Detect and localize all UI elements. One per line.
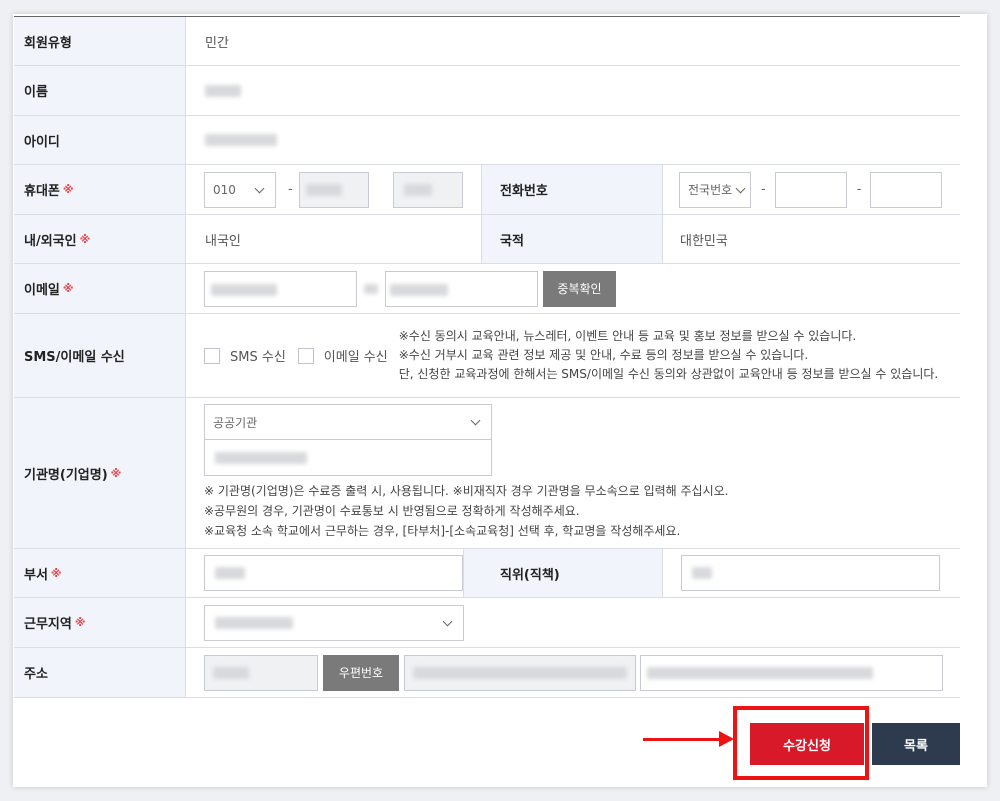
chevron-down-icon <box>470 415 481 426</box>
country-value: 대한민국 <box>680 233 728 249</box>
member-type-value: 민간 <box>205 35 229 51</box>
nationality-type-label: 내/외국인 ※ <box>14 215 186 263</box>
work-region-label: 근무지역 ※ <box>14 598 186 647</box>
name-label: 이름 <box>14 66 186 115</box>
registration-form-panel: 회원유형 민간 이름 아이디 휴대폰 ※ 010 - 전화번호 전국번호 - -… <box>13 14 987 787</box>
department-row: 부서 ※ 직위(직책) <box>14 549 960 598</box>
mobile-prefix-select[interactable]: 010 <box>204 171 276 208</box>
member-info-table: 회원유형 민간 이름 아이디 휴대폰 ※ 010 - 전화번호 전국번호 - -… <box>14 17 960 698</box>
list-button[interactable]: 목록 <box>872 723 960 765</box>
apply-button-highlight <box>733 706 869 780</box>
email-row: 이메일 ※ 중복확인 <box>14 264 960 314</box>
chevron-down-icon <box>254 183 265 193</box>
organization-type-select[interactable]: 공공기관 <box>204 404 492 440</box>
mobile-last-input[interactable] <box>392 171 463 208</box>
duplicate-check-button[interactable]: 중복확인 <box>543 270 616 307</box>
name-row: 이름 <box>14 66 960 116</box>
consent-notes: ※수신 동의시 교육안내, 뉴스레터, 이벤트 안내 등 교육 및 홍보 정보를… <box>398 329 939 381</box>
mobile-label: 휴대폰 ※ <box>14 165 186 214</box>
email-domain-input[interactable] <box>385 270 538 307</box>
email-id-input[interactable] <box>204 270 357 307</box>
position-input[interactable] <box>681 555 940 591</box>
country-label: 국적 <box>481 215 663 263</box>
phone-last-input[interactable] <box>870 171 943 208</box>
sms-consent-label[interactable]: SMS 수신 <box>230 346 286 365</box>
address-detail-input[interactable] <box>640 654 943 691</box>
red-arrow-shaft <box>643 738 723 741</box>
department-label: 부서 ※ <box>14 549 186 597</box>
member-type-row: 회원유형 민간 <box>14 17 960 66</box>
address-main-input[interactable] <box>404 654 636 691</box>
email-label: 이메일 ※ <box>14 264 186 313</box>
email-at-redacted <box>364 283 378 294</box>
required-mark: ※ <box>62 183 74 196</box>
phone-middle-input[interactable] <box>774 171 847 208</box>
organization-notes: ※ 기관명(기업명)은 수료증 출력 시, 사용됩니다. ※비재직자 경우 기관… <box>204 484 729 538</box>
position-label: 직위(직책) <box>463 549 663 597</box>
zipcode-search-button[interactable]: 우편번호 <box>323 654 399 691</box>
phone-row: 휴대폰 ※ 010 - 전화번호 전국번호 - - <box>14 165 960 215</box>
nationality-row: 내/외국인 ※ 내국인 국적 대한민국 <box>14 215 960 264</box>
user-id-row: 아이디 <box>14 116 960 165</box>
sms-email-label: SMS/이메일 수신 <box>14 314 186 397</box>
member-type-label: 회원유형 <box>14 17 186 65</box>
address-row: 주소 우편번호 <box>14 648 960 698</box>
red-arrow-head <box>719 731 734 747</box>
mobile-middle-input[interactable] <box>298 171 369 208</box>
name-value-redacted <box>205 85 241 97</box>
user-id-label: 아이디 <box>14 116 186 164</box>
email-consent-label[interactable]: 이메일 수신 <box>324 346 388 365</box>
organization-name-input[interactable] <box>204 440 492 476</box>
address-label: 주소 <box>14 648 186 697</box>
email-consent-checkbox[interactable] <box>297 347 314 364</box>
chevron-down-icon <box>442 616 453 626</box>
department-input[interactable] <box>204 555 463 591</box>
area-code-select[interactable]: 전국번호 <box>679 171 751 208</box>
work-region-select[interactable] <box>204 604 464 641</box>
sms-consent-checkbox[interactable] <box>204 347 220 364</box>
organization-label: 기관명(기업명) ※ <box>14 398 186 548</box>
zipcode-input[interactable] <box>204 654 318 691</box>
sms-email-row: SMS/이메일 수신 SMS 수신 이메일 수신 ※수신 동의시 교육안내, 뉴… <box>14 314 960 398</box>
work-region-row: 근무지역 ※ <box>14 598 960 648</box>
organization-row: 기관명(기업명) ※ 공공기관 ※ 기관명(기업명)은 수료증 출력 시, 사용됩… <box>14 398 960 549</box>
chevron-down-icon <box>735 183 746 193</box>
nationality-type-value: 내국인 <box>205 233 241 249</box>
phone-label: 전화번호 <box>481 165 663 214</box>
user-id-value-redacted <box>205 134 277 146</box>
